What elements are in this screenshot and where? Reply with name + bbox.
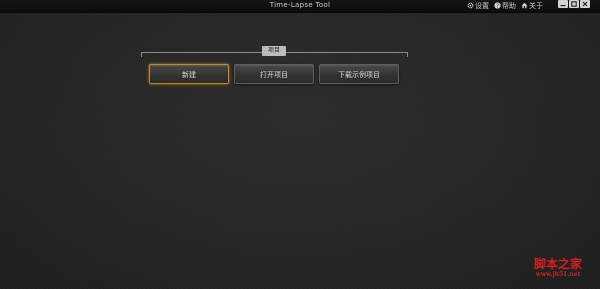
minimize-icon bbox=[560, 5, 566, 7]
open-project-button[interactable]: 打开项目 bbox=[234, 64, 314, 84]
watermark-name: 脚本之家 bbox=[533, 257, 582, 271]
close-icon bbox=[582, 1, 588, 7]
about-label: 关于 bbox=[529, 1, 543, 10]
svg-text:?: ? bbox=[496, 4, 499, 9]
divider-left-tick bbox=[141, 52, 142, 57]
help-link[interactable]: ? 帮助 bbox=[493, 1, 516, 11]
maximize-button[interactable] bbox=[569, 0, 579, 8]
home-icon bbox=[520, 2, 528, 10]
section-label: 项目 bbox=[262, 46, 286, 56]
about-link[interactable]: 关于 bbox=[520, 1, 543, 11]
title-bar: Time-Lapse Tool 设置 ? 帮助 关于 bbox=[0, 0, 600, 13]
window-controls bbox=[557, 0, 590, 8]
settings-label: 设置 bbox=[475, 1, 489, 10]
background-texture bbox=[0, 0, 600, 289]
maximize-icon bbox=[571, 1, 577, 7]
close-button[interactable] bbox=[580, 0, 590, 8]
minimize-button[interactable] bbox=[558, 0, 568, 8]
project-section: 项目 bbox=[141, 46, 408, 58]
divider-right-tick bbox=[407, 52, 408, 57]
settings-link[interactable]: 设置 bbox=[466, 1, 489, 11]
new-project-button[interactable]: 新建 bbox=[149, 64, 229, 84]
watermark-url: www.jb51.net bbox=[535, 271, 581, 278]
watermark-logo: 脚本之家 www.jb51.net bbox=[523, 257, 593, 279]
gear-icon bbox=[466, 2, 474, 10]
help-label: 帮助 bbox=[502, 1, 516, 10]
help-icon: ? bbox=[493, 2, 501, 10]
top-links: 设置 ? 帮助 关于 bbox=[466, 0, 547, 11]
download-sample-button[interactable]: 下载示例项目 bbox=[319, 64, 399, 84]
